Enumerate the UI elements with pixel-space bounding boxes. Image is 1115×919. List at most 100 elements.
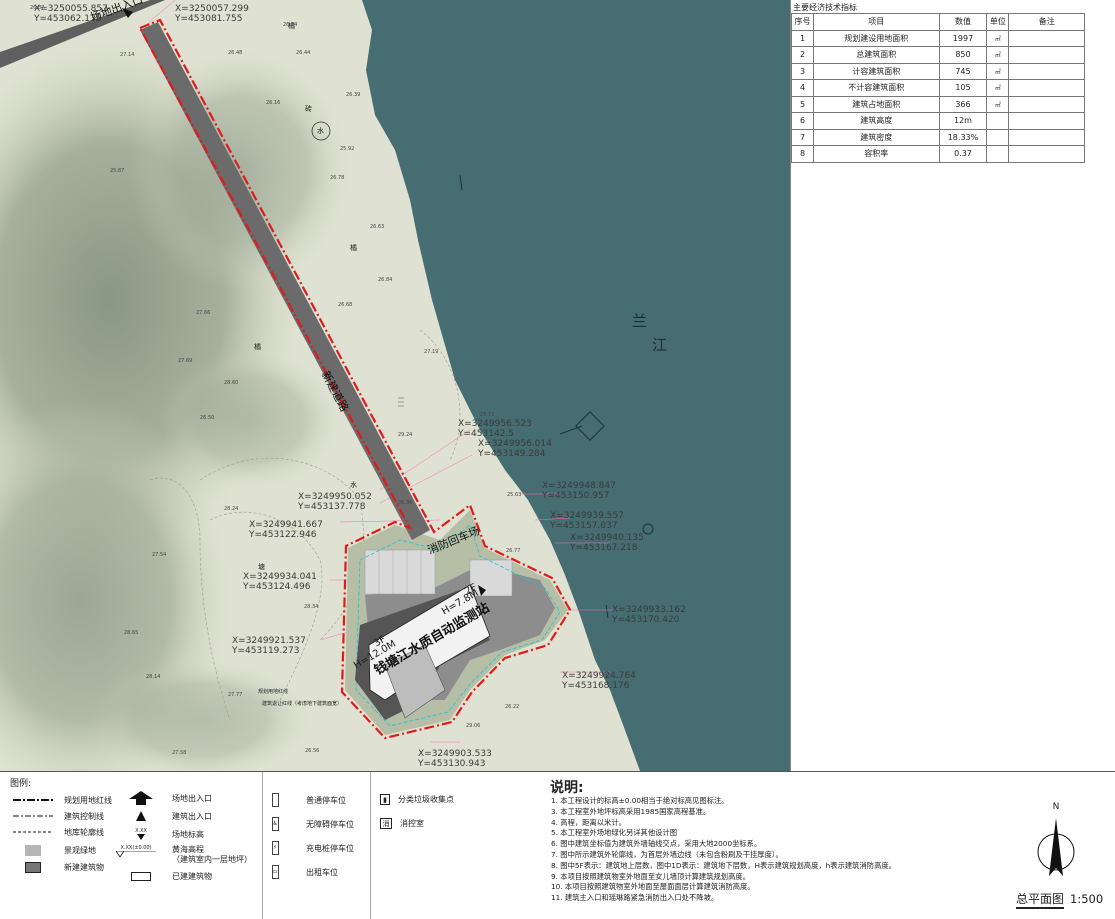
note-item: 5. 本工程室外场地绿化另详其他设计图 [551,828,678,838]
elevation-point: 29.24 [398,432,413,438]
coordinate-label: X=3249921.537 Y=453119.273 [232,636,306,656]
legend-building-entrance: 建筑出入口 [118,810,212,822]
north-arrow: N [1036,802,1076,892]
taxi-stall-icon: ▫ [271,865,279,879]
elevation-point: 28.60 [224,380,239,386]
cell-no: 6 [791,112,814,130]
coordinate-label: X=3250055.857 Y=453062.135 [34,4,108,24]
legend-site-entrance: 场地出入口 [118,791,212,805]
cell-no: 4 [791,79,814,97]
water-text: 水 [350,481,357,489]
parking-stall-icon [271,793,279,807]
cell-no: 5 [791,95,814,113]
cell-item: 容积率 [812,145,940,163]
cell-value: 12m [938,112,988,130]
elevation-point: 25.72 [480,412,495,418]
coordinate-label: X=3249941.667 Y=453122.946 [249,520,323,540]
elevation-point: 27.66 [196,310,211,316]
coordinate-label: X=3249956.014 Y=453149.284 [478,439,552,459]
coordinate-label: X=3249933.162 Y=453170.420 [612,605,686,625]
cell-item: 规划建设用地面积 [812,29,940,47]
cell-unit [986,128,1010,146]
legend-yellow-sea-elevation: X.XX(±0.00) 黄海高程 （建筑室内一层地坪） [108,845,252,865]
cell-value: 850 [938,46,988,64]
note-item: 11. 建筑主入口和瑶琳路紧急消防出入口处不降坡。 [551,893,719,903]
note-item: 6. 图中建筑坐标值为建筑外墙轴线交点，采用大地2000坐标系。 [551,839,762,849]
coordinate-label: X=3249940.135 Y=453167.218 [570,533,644,553]
coordinate-label: X=3249948.847 Y=453150.957 [542,481,616,501]
hill-area [160,350,340,490]
note-item: 3. 本工程室外地坪标高采用1985国家高程基准。 [551,806,711,816]
elevation-point: 26.22 [505,704,520,710]
legend-divider [370,772,371,919]
table-row: 2 总建筑面积 850 ㎡ [791,46,1085,64]
hill-area [130,50,350,290]
legend-parking: 普通停车位 [252,793,346,807]
cell-value: 18.33% [938,128,988,146]
elevation-icon [137,834,145,840]
river-name: 江 [652,336,668,354]
legend-basement-line: 地库轮廓线 [13,827,104,837]
elevation-point: 26.44 [296,50,311,56]
table-row: 7 建筑密度 18.33% [791,128,1085,146]
cell-no: 3 [791,62,814,80]
trash-bin-icon: ▮ [380,794,390,805]
elevation-point: 26.16 [266,100,281,106]
cell-item: 建筑密度 [812,128,940,146]
water-symbol: 水 [317,127,324,135]
table-title: 主要经济技术指标 [793,3,857,12]
legend-new-building: 新建建筑物 [10,861,104,873]
accessible-parking-icon: ♿ [271,817,279,831]
table-row: 4 不计容建筑面积 105 ㎡ [791,79,1085,97]
elevation-point: 26.84 [378,277,393,283]
elevation-point: 27.69 [178,358,193,364]
brick-structure: 砖 [305,105,312,113]
cell-value: 366 [938,95,988,113]
cell-note [1008,128,1085,146]
coordinate-label: X=3249924.764 Y=453168.176 [562,671,636,691]
legend-garbage-point: ▮ 分类垃圾收集点 [380,794,454,805]
north-label: N [1052,802,1060,812]
cell-note [1008,112,1085,130]
elevation-point: 25.92 [340,146,355,152]
site-entrance-icon [129,791,153,805]
legend-control-line: 建筑控制线 [13,811,104,821]
table-header-cell: 序号 [791,13,814,31]
parking-area [364,549,436,595]
elevation-point: 26.48 [228,50,243,56]
elevation-point: 26.39 [346,92,361,98]
legend-site-elevation: X.XX 场地标高 [135,828,204,840]
cell-note [1008,62,1085,80]
coordinate-label: X=3250057.299 Y=453081.755 [175,4,249,24]
legend-taxi-parking: ▫ 出租车位 [252,865,338,879]
elevation-point: 26.56 [305,748,320,754]
coordinate-label: X=3249939.557 Y=453157.037 [550,511,624,531]
cell-note [1008,29,1085,47]
control-note: 建筑退让红线（考虑地下建筑面宽） [262,701,343,707]
table-row: 3 计容建筑面积 745 ㎡ [791,62,1085,80]
note-item: 1. 本工程设计的标高±0.00相当于绝对标高见图标注。 [551,796,729,805]
elevation-point: 26.63 [370,224,385,230]
legend-landscape: 景观绿地 [10,844,96,856]
table-header-cell: 项目 [812,13,940,31]
cell-unit: ㎡ [986,62,1010,80]
table-row: 1 规划建设用地面积 1997 ㎡ [791,29,1085,47]
elevation-point: 28.34 [304,604,319,610]
coordinate-label: X=3249956.523 Y=453142.5 [458,419,532,439]
table-header-cell: 单位 [986,13,1010,31]
table-header-cell: 数值 [938,13,988,31]
elevation-point: 26.84 [283,22,298,28]
note-item: 9. 本项目按照建筑物室外地面至女儿墙顶计算建筑规划高度。 [551,871,750,881]
elevation-point: 28.14 [146,674,161,680]
cell-value: 0.37 [938,145,988,163]
legend-redline: 规划用地红线 [13,795,112,805]
cell-note [1008,46,1085,64]
pond-label: 塘 [258,563,265,571]
charging-stall-icon: ⚡ [271,841,279,855]
elevation-point: 27.77 [228,692,243,698]
elevation-point: 27.19 [424,349,439,355]
cell-note [1008,79,1085,97]
note-item: 7. 图中所示建筑外轮廓线，为首层外墙边线（未包含粉刷及干挂厚度）。 [551,849,783,859]
table-header-row: 序号 项目 数值 单位 备注 [791,13,1085,31]
elevation-point: 26.36 [398,500,413,506]
